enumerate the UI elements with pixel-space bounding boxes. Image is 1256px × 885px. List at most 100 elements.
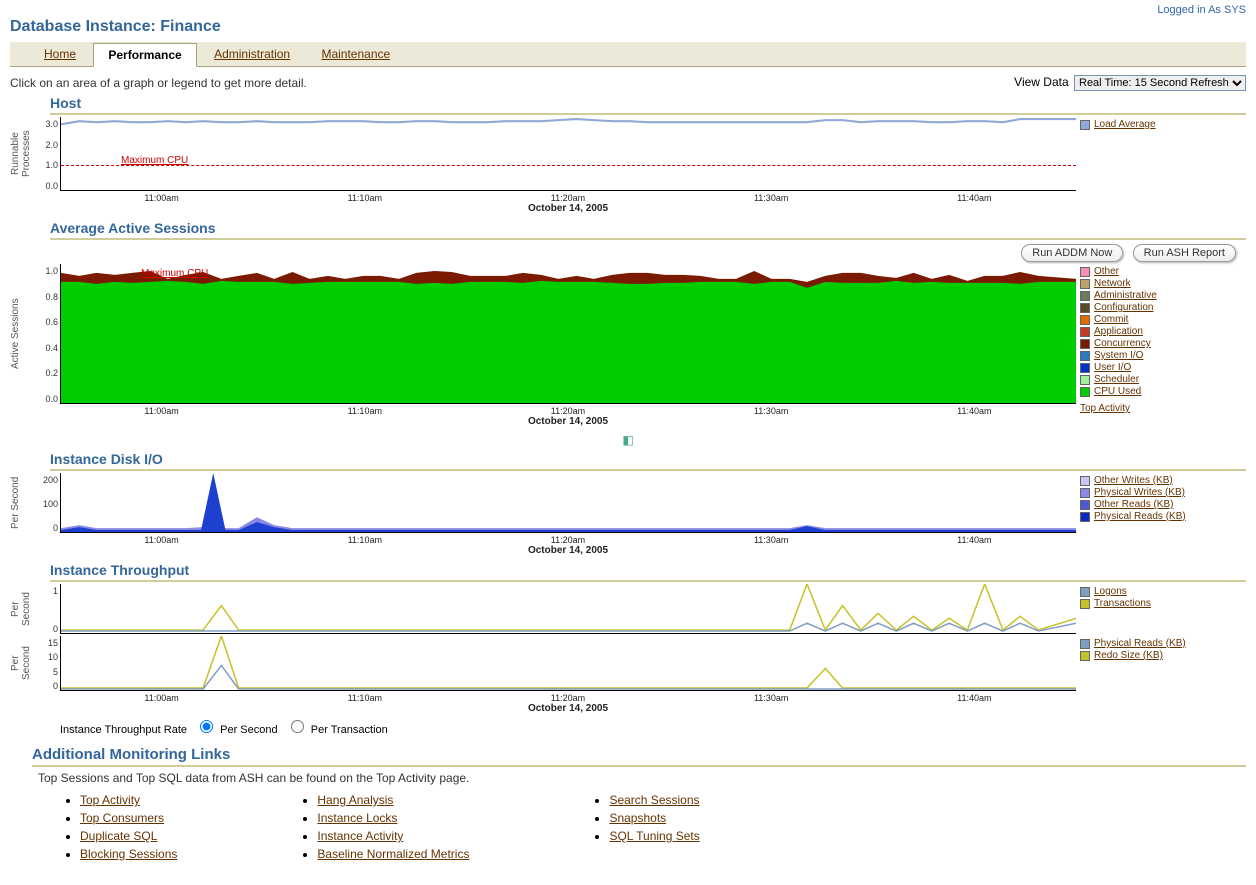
legend-label: CPU Used [1094,386,1141,397]
addl-note: Top Sessions and Top SQL data from ASH c… [38,771,1246,785]
thr-plot-1[interactable] [60,584,1076,634]
thr-legend-1: LogonsTransactions [1076,584,1246,634]
tab-home[interactable]: Home [30,43,90,65]
legend-label: Other Writes (KB) [1094,475,1173,486]
addl-link[interactable]: Instance Activity [317,829,403,843]
x-tick: 11:00am [144,193,178,203]
host-date: October 14, 2005 [60,203,1076,214]
aas-ylabel: Active Sessions [10,264,28,404]
legend-label: Scheduler [1094,374,1139,385]
legend-label: Load Average [1094,119,1156,130]
tab-maintenance[interactable]: Maintenance [307,43,404,65]
addl-link[interactable]: Top Consumers [80,811,164,825]
addl-link[interactable]: Top Activity [80,793,140,807]
legend-label: Logons [1094,586,1127,597]
tab-performance[interactable]: Performance [93,43,196,67]
legend-swatch [1080,476,1090,486]
throughput-rate-radios: Instance Throughput Rate Per Second Per … [60,720,1246,736]
login-info: Logged in As SYS [10,4,1246,16]
legend-swatch [1080,651,1090,661]
legend-swatch [1080,279,1090,289]
io-chart[interactable]: Per Second 2001000 Other Writes (KB)Phys… [10,473,1246,533]
x-tick: 11:30am [754,406,788,416]
addl-link[interactable]: Duplicate SQL [80,829,157,843]
legend-label: Commit [1094,314,1128,325]
top-activity-link[interactable]: Top Activity [1080,403,1242,414]
legend-swatch [1080,639,1090,649]
aas-legend-item[interactable]: User I/O [1080,362,1242,373]
legend-swatch [1080,339,1090,349]
thr-legend1-item[interactable]: Logons [1080,586,1242,597]
legend-swatch [1080,267,1090,277]
legend-label: Redo Size (KB) [1094,650,1163,661]
legend-label: Transactions [1094,598,1151,609]
aas-chart[interactable]: Active Sessions 1.00.80.60.40.20.0 Maxim… [10,264,1246,404]
io-plot[interactable] [60,473,1076,533]
io-xaxis: 11:00am11:10am11:20am11:30am11:40am [60,535,1076,545]
x-tick: 11:40am [957,535,991,545]
addl-link[interactable]: Instance Locks [317,811,397,825]
aas-max-cpu-label[interactable]: Maximum CPU [141,268,208,279]
view-data-select[interactable]: Real Time: 15 Second Refresh [1074,75,1246,91]
aas-legend-item[interactable]: Other [1080,266,1242,277]
thr-legend2-item[interactable]: Physical Reads (KB) [1080,638,1242,649]
aas-legend: OtherNetworkAdministrativeConfigurationC… [1076,264,1246,404]
radio-per-transaction[interactable] [291,720,304,733]
x-tick: 11:00am [144,693,178,703]
io-legend-item[interactable]: Other Reads (KB) [1080,499,1242,510]
host-legend-item[interactable]: Load Average [1080,119,1242,130]
addl-link[interactable]: SQL Tuning Sets [609,829,699,843]
radio-per-second[interactable] [200,720,213,733]
host-chart[interactable]: Runnable Processes 3.02.01.00.0 Maximum … [10,117,1246,191]
tab-administration[interactable]: Administration [200,43,304,65]
run-ash-button[interactable]: Run ASH Report [1133,244,1236,262]
host-plot[interactable]: Maximum CPU [60,117,1076,191]
aas-legend-item[interactable]: Administrative [1080,290,1242,301]
legend-label: Network [1094,278,1131,289]
legend-swatch [1080,512,1090,522]
legend-swatch [1080,327,1090,337]
thr-legend1-item[interactable]: Transactions [1080,598,1242,609]
aas-legend-item[interactable]: System I/O [1080,350,1242,361]
thr-legend-2: Physical Reads (KB)Redo Size (KB) [1076,636,1246,691]
thr-chart-2[interactable]: Per Second 151050 Physical Reads (KB)Red… [10,636,1246,691]
addl-title: Additional Monitoring Links [32,746,1246,767]
legend-swatch [1080,351,1090,361]
thr-date: October 14, 2005 [60,703,1076,714]
aas-plot[interactable]: Maximum CPU [60,264,1076,404]
aas-section-title: Average Active Sessions [50,220,1246,240]
host-yaxis: 3.02.01.00.0 [28,117,60,191]
aas-legend-item[interactable]: Configuration [1080,302,1242,313]
addl-link-item: Baseline Normalized Metrics [317,847,469,861]
x-tick: 11:10am [348,193,382,203]
io-legend-item[interactable]: Physical Reads (KB) [1080,511,1242,522]
x-tick: 11:10am [348,535,382,545]
thr-legend2-item[interactable]: Redo Size (KB) [1080,650,1242,661]
aas-legend-item[interactable]: CPU Used [1080,386,1242,397]
thr-plot-2[interactable] [60,636,1076,691]
x-tick: 11:00am [144,406,178,416]
page-title: Database Instance: Finance [10,18,1246,36]
addl-link[interactable]: Blocking Sessions [80,847,177,861]
thr-chart-1[interactable]: Per Second 10 LogonsTransactions [10,584,1246,634]
detail-slider-icon[interactable]: ◧ [10,433,1246,447]
host-max-cpu-label[interactable]: Maximum CPU [121,155,188,166]
aas-legend-item[interactable]: Scheduler [1080,374,1242,385]
addl-link-item: SQL Tuning Sets [609,829,699,843]
radio-per-second-label: Per Second [220,724,277,736]
io-legend-item[interactable]: Physical Writes (KB) [1080,487,1242,498]
x-tick: 11:40am [957,406,991,416]
addl-link[interactable]: Snapshots [609,811,666,825]
aas-legend-item[interactable]: Concurrency [1080,338,1242,349]
run-addm-button[interactable]: Run ADDM Now [1021,244,1123,262]
aas-legend-item[interactable]: Application [1080,326,1242,337]
addl-link-item: Search Sessions [609,793,699,807]
io-section-title: Instance Disk I/O [50,451,1246,471]
aas-legend-item[interactable]: Commit [1080,314,1242,325]
addl-link[interactable]: Search Sessions [609,793,699,807]
io-legend-item[interactable]: Other Writes (KB) [1080,475,1242,486]
addl-link[interactable]: Hang Analysis [317,793,393,807]
aas-legend-item[interactable]: Network [1080,278,1242,289]
addl-link[interactable]: Baseline Normalized Metrics [317,847,469,861]
io-date: October 14, 2005 [60,545,1076,556]
